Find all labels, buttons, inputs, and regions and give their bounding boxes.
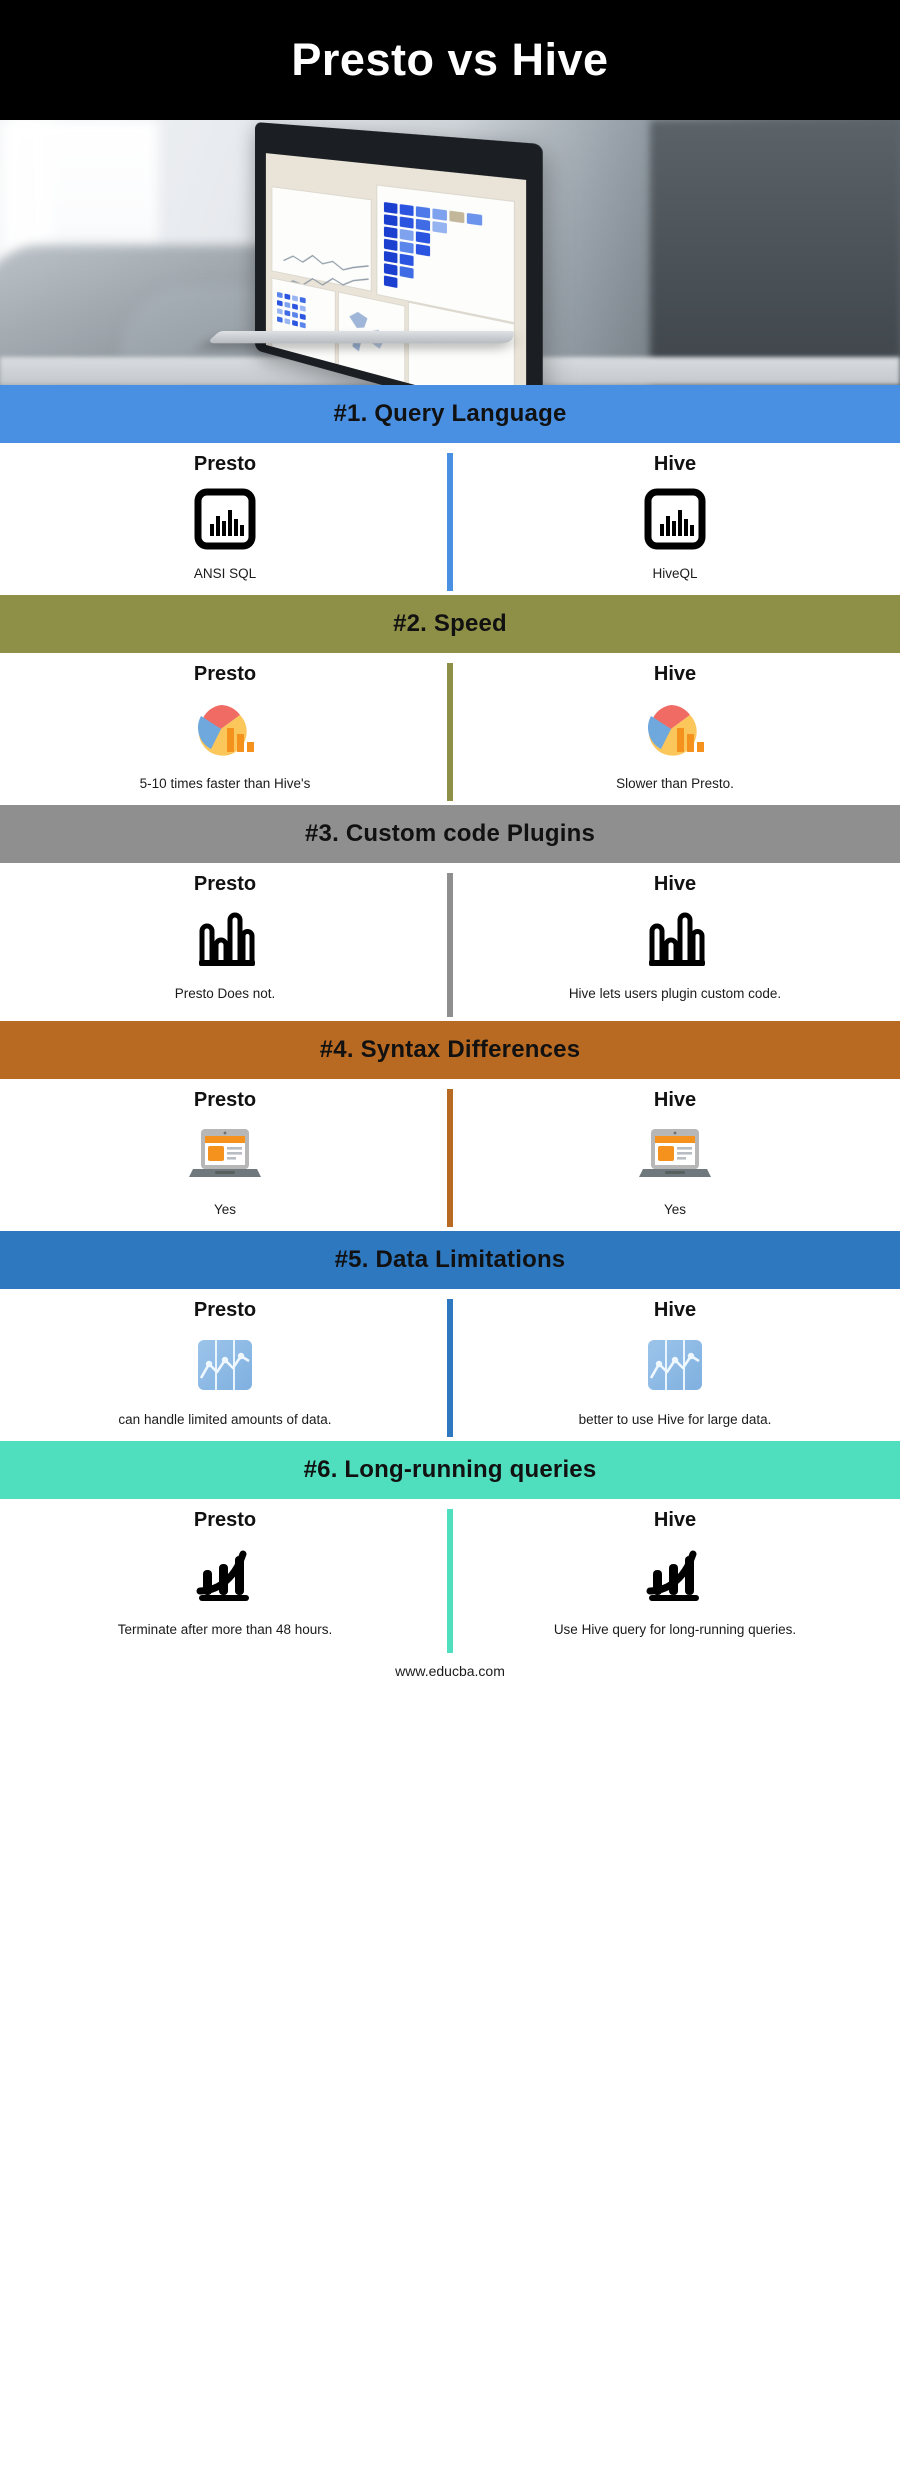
hive-caption-6: Use Hive query for long-running queries. bbox=[553, 1622, 797, 1637]
hive-label-1: Hive bbox=[653, 453, 697, 475]
section-banner-4: #4. Syntax Differences bbox=[0, 1021, 900, 1079]
section-banner-1: #1. Query Language bbox=[0, 385, 900, 443]
line-chart-tile-icon bbox=[194, 1328, 256, 1402]
hive-label-4: Hive bbox=[653, 1089, 697, 1111]
section-title-3: #3. Custom code Plugins bbox=[305, 820, 595, 847]
dashboard-panel-sparkline bbox=[271, 186, 372, 292]
presto-label-1: Presto bbox=[193, 453, 257, 475]
infographic-page: Presto vs Hive #1. Query Language Presto… bbox=[0, 0, 900, 2475]
hive-column-1: Hive HiveQL bbox=[450, 443, 900, 595]
presto-label-4: Presto bbox=[193, 1089, 257, 1111]
section-divider-6 bbox=[447, 1509, 453, 1653]
presto-label-3: Presto bbox=[193, 873, 257, 895]
growth-chart-icon bbox=[642, 1538, 708, 1612]
section-banner-3: #3. Custom code Plugins bbox=[0, 805, 900, 863]
presto-label-2: Presto bbox=[193, 663, 257, 685]
section-divider-5 bbox=[447, 1299, 453, 1437]
bar-chart-framed-icon bbox=[194, 482, 256, 556]
hive-caption-1: HiveQL bbox=[652, 566, 698, 581]
section-compare-2: Presto 5-10 times faster than Hive's Hiv… bbox=[0, 653, 900, 805]
section-title-2: #2. Speed bbox=[393, 610, 507, 637]
presto-column-1: Presto ANSI SQL bbox=[0, 443, 450, 595]
hive-caption-3: Hive lets users plugin custom code. bbox=[568, 986, 782, 1001]
hero-wall bbox=[650, 120, 900, 385]
hive-caption-5: better to use Hive for large data. bbox=[578, 1412, 772, 1427]
laptop-base bbox=[205, 330, 515, 344]
section-compare-6: Presto Terminate after more than 48 hour… bbox=[0, 1499, 900, 1657]
dashboard-panel-grid bbox=[271, 277, 336, 366]
presto-caption-1: ANSI SQL bbox=[193, 566, 257, 581]
hive-column-3: Hive Hive lets users plugin custom code. bbox=[450, 863, 900, 1021]
hive-column-2: Hive Slower than Presto. bbox=[450, 653, 900, 805]
hero-laptop bbox=[205, 120, 605, 385]
bar-chart-outline-icon bbox=[193, 902, 257, 976]
section-divider-4 bbox=[447, 1089, 453, 1227]
footer-url: www.educba.com bbox=[395, 1663, 505, 1679]
hive-caption-2: Slower than Presto. bbox=[616, 776, 734, 791]
section-banner-6: #6. Long-running queries bbox=[0, 1441, 900, 1499]
section-compare-3: Presto Presto Does not. Hive Hive lets u… bbox=[0, 863, 900, 1021]
presto-column-5: Presto can handle limited amounts of dat… bbox=[0, 1289, 450, 1441]
hive-label-2: Hive bbox=[653, 663, 697, 685]
page-title: Presto vs Hive bbox=[291, 34, 609, 85]
bar-chart-outline-icon bbox=[643, 902, 707, 976]
dashboard-panel-heatmap bbox=[376, 184, 516, 324]
section-title-6: #6. Long-running queries bbox=[303, 1456, 597, 1483]
section-divider-1 bbox=[447, 453, 453, 591]
hive-label-3: Hive bbox=[653, 873, 697, 895]
line-chart-tile-icon bbox=[644, 1328, 706, 1402]
hive-column-6: Hive Use Hive query for long-running que… bbox=[450, 1499, 900, 1657]
pie-chart-bars-icon bbox=[641, 692, 709, 766]
presto-caption-2: 5-10 times faster than Hive's bbox=[139, 776, 311, 791]
growth-chart-icon bbox=[192, 1538, 258, 1612]
section-compare-4: Presto Yes Hive Yes bbox=[0, 1079, 900, 1231]
section-banner-5: #5. Data Limitations bbox=[0, 1231, 900, 1289]
footer: www.educba.com bbox=[0, 1657, 900, 1705]
bar-chart-framed-icon bbox=[644, 482, 706, 556]
pie-chart-bars-icon bbox=[191, 692, 259, 766]
presto-column-6: Presto Terminate after more than 48 hour… bbox=[0, 1499, 450, 1657]
hero-photo bbox=[0, 120, 900, 385]
section-divider-3 bbox=[447, 873, 453, 1017]
hive-label-6: Hive bbox=[653, 1509, 697, 1531]
laptop-browser-icon bbox=[187, 1118, 263, 1192]
laptop-browser-icon bbox=[637, 1118, 713, 1192]
hive-column-5: Hive better to use Hive for large data. bbox=[450, 1289, 900, 1441]
section-title-1: #1. Query Language bbox=[333, 400, 567, 427]
laptop-lid bbox=[255, 122, 543, 385]
presto-column-2: Presto 5-10 times faster than Hive's bbox=[0, 653, 450, 805]
presto-column-4: Presto Yes bbox=[0, 1079, 450, 1231]
presto-caption-3: Presto Does not. bbox=[174, 986, 276, 1001]
section-title-4: #4. Syntax Differences bbox=[319, 1036, 581, 1063]
presto-caption-4: Yes bbox=[213, 1202, 237, 1217]
title-bar: Presto vs Hive bbox=[0, 0, 900, 120]
section-title-5: #5. Data Limitations bbox=[334, 1246, 566, 1273]
presto-column-3: Presto Presto Does not. bbox=[0, 863, 450, 1021]
presto-caption-6: Terminate after more than 48 hours. bbox=[117, 1622, 333, 1637]
presto-label-6: Presto bbox=[193, 1509, 257, 1531]
section-banner-2: #2. Speed bbox=[0, 595, 900, 653]
section-compare-5: Presto can handle limited amounts of dat… bbox=[0, 1289, 900, 1441]
presto-caption-5: can handle limited amounts of data. bbox=[118, 1412, 332, 1427]
presto-label-5: Presto bbox=[193, 1299, 257, 1321]
section-compare-1: Presto ANSI SQL Hive HiveQL bbox=[0, 443, 900, 595]
hive-label-5: Hive bbox=[653, 1299, 697, 1321]
section-divider-2 bbox=[447, 663, 453, 801]
hive-caption-4: Yes bbox=[663, 1202, 687, 1217]
hive-column-4: Hive Yes bbox=[450, 1079, 900, 1231]
laptop-screen bbox=[265, 153, 527, 385]
